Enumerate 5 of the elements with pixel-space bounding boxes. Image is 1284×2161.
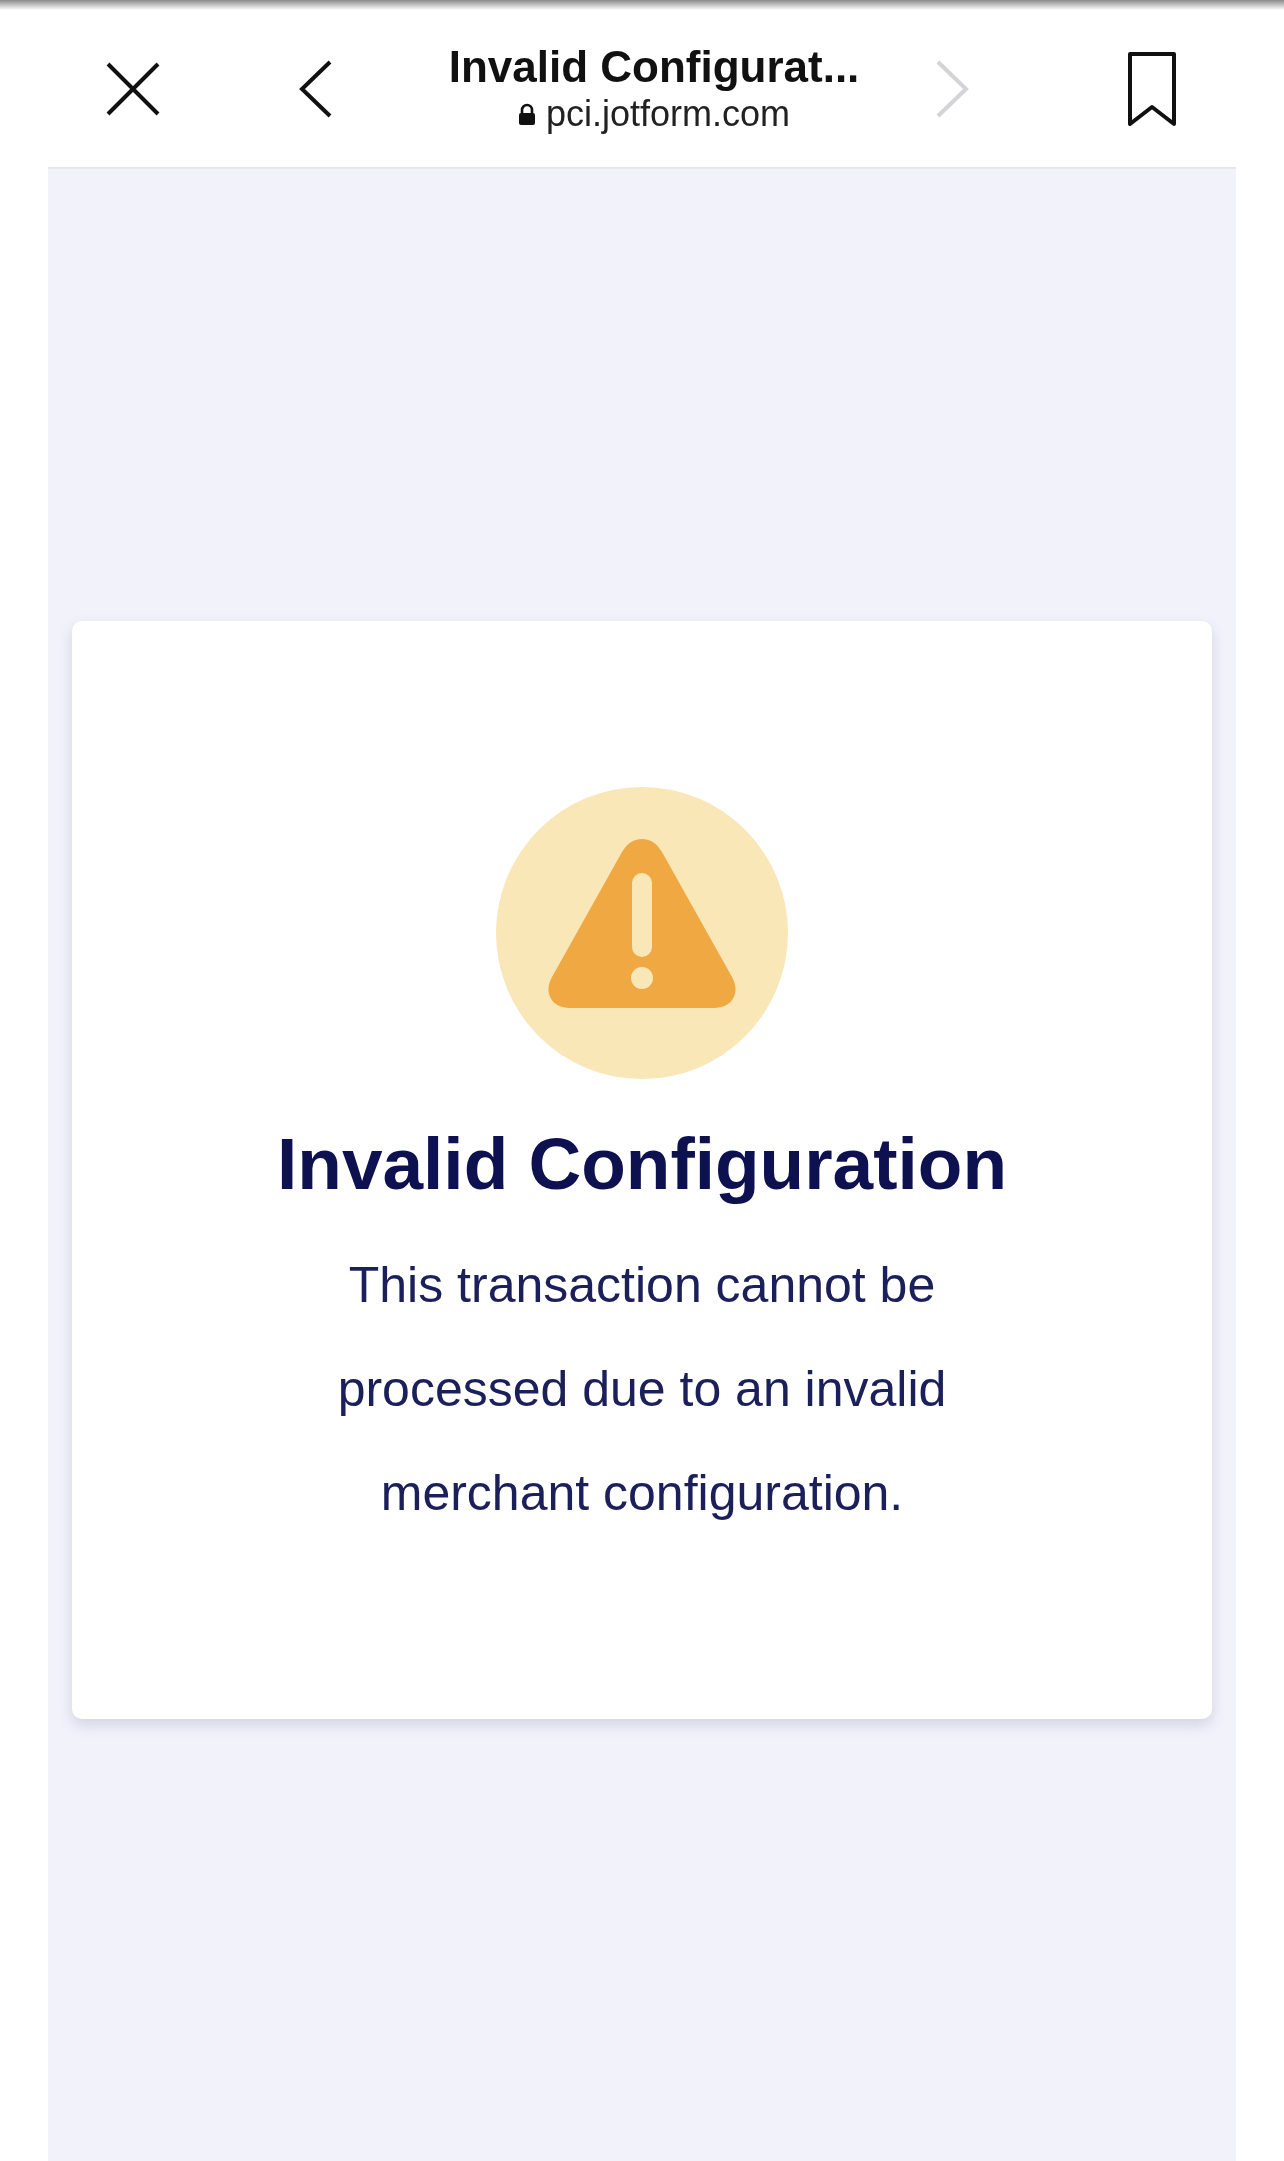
page-title: Invalid Configurat... bbox=[448, 41, 860, 92]
error-message: This transaction cannot be processed due to an invalid merchant configuration. bbox=[336, 1256, 948, 1523]
warning-icon bbox=[496, 787, 788, 1079]
page-url: pci.jotform.com bbox=[545, 91, 791, 136]
error-title: Invalid Configuration bbox=[277, 1122, 1007, 1206]
